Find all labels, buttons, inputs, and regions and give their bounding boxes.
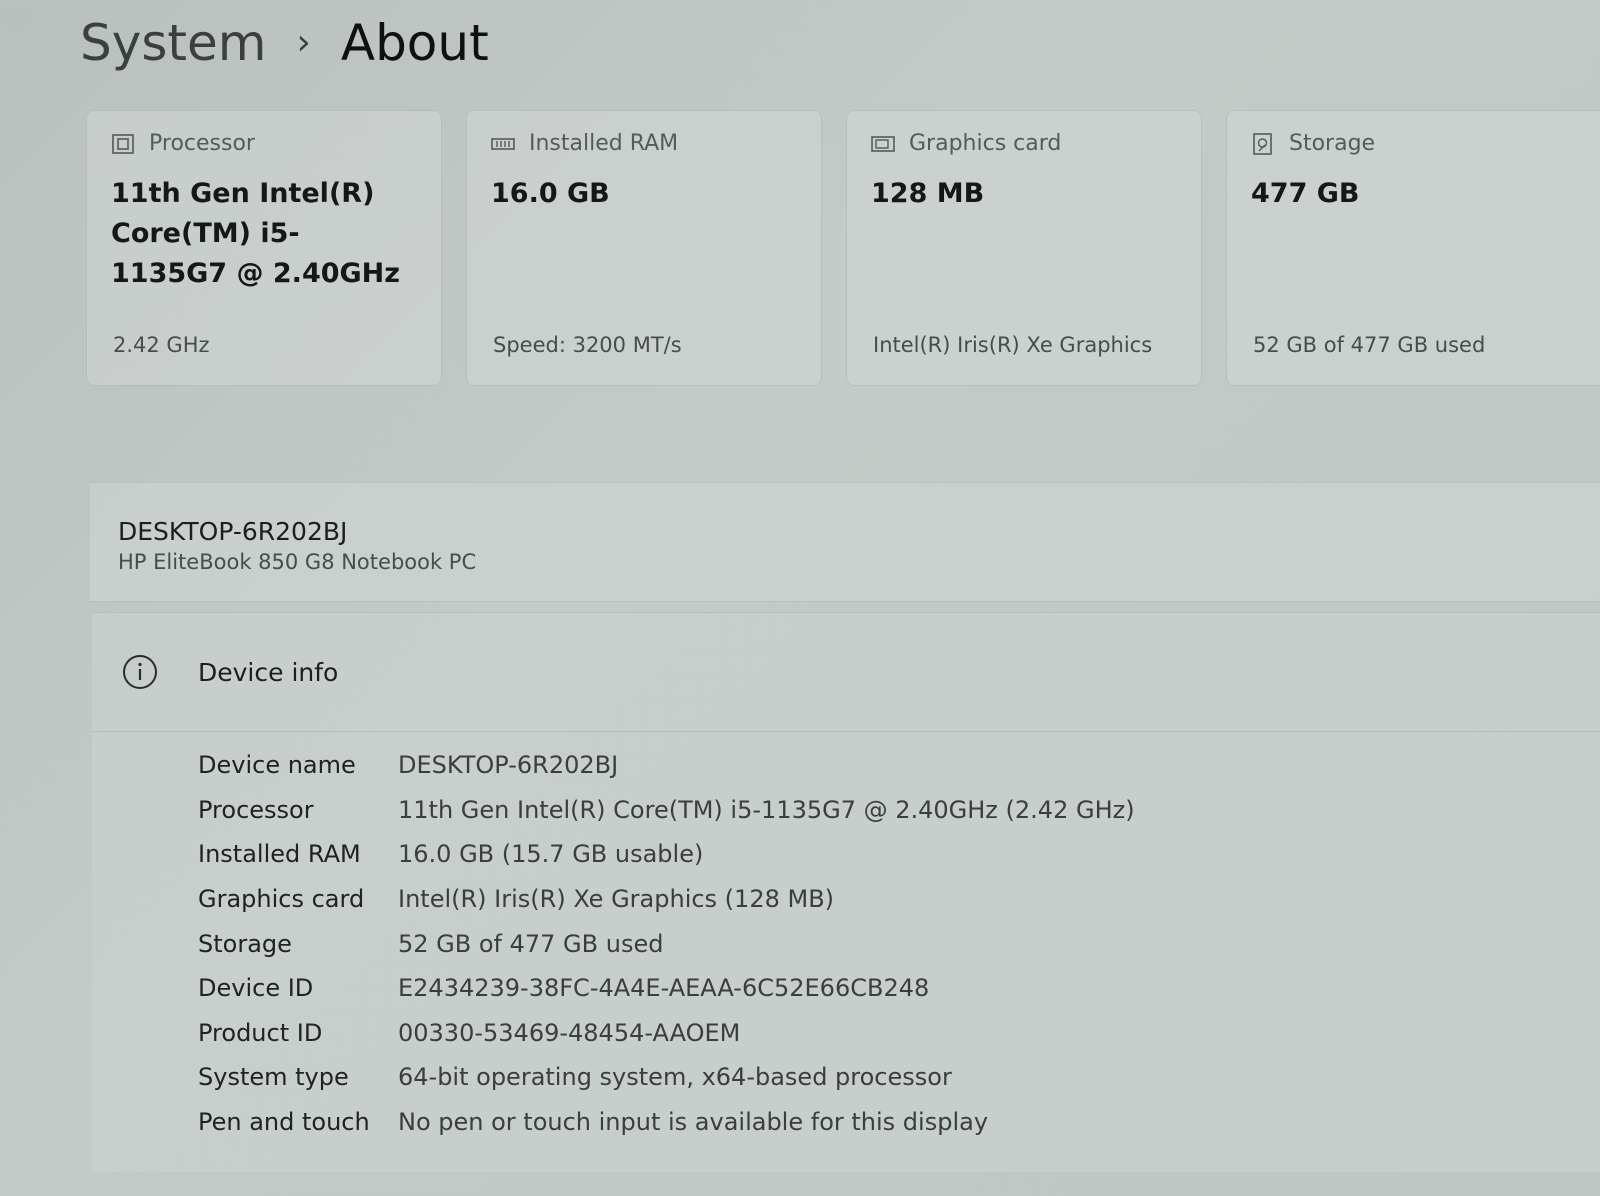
- spec-label: Device ID: [198, 974, 314, 1003]
- spec-value: 16.0 GB (15.7 GB usable): [398, 840, 704, 869]
- spec-label: Pen and touch: [198, 1108, 370, 1137]
- graphics-card: Graphics card 128 MB Intel(R) Iris(R) Xe…: [846, 110, 1202, 386]
- processor-icon: [112, 133, 134, 154]
- spec-label: Graphics card: [198, 885, 365, 914]
- spec-value: Intel(R) Iris(R) Xe Graphics (128 MB): [398, 885, 835, 914]
- spec-value: 52 GB of 477 GB used: [398, 929, 664, 958]
- graphics-card-label: Graphics card: [909, 131, 1062, 156]
- processor-card-sub: 2.42 GHz: [113, 333, 210, 357]
- spec-value: 64-bit operating system, x64-based proce…: [398, 1063, 952, 1092]
- spec-row-system-type: System type 64-bit operating system, x64…: [198, 1055, 1135, 1100]
- spec-row-device-id: Device ID E2434239-38FC-4A4E-AEAA-6C52E6…: [198, 966, 1135, 1011]
- breadcrumb-system-link[interactable]: System: [80, 12, 266, 74]
- graphics-card-sub: Intel(R) Iris(R) Xe Graphics: [873, 333, 1153, 357]
- device-info-title: Device info: [198, 657, 339, 687]
- ram-card-label: Installed RAM: [529, 131, 679, 156]
- spec-row-installed-ram: Installed RAM 16.0 GB (15.7 GB usable): [198, 832, 1135, 877]
- spec-label: Product ID: [198, 1018, 323, 1047]
- ram-card-sub: Speed: 3200 MT/s: [493, 333, 682, 357]
- spec-row-device-name: Device name DESKTOP-6R202BJ: [198, 743, 1135, 788]
- processor-card: Processor 11th Gen Intel(R) Core(TM) i5-…: [86, 110, 442, 386]
- spec-row-graphics-card: Graphics card Intel(R) Iris(R) Xe Graphi…: [198, 877, 1135, 922]
- device-model: HP EliteBook 850 G8 Notebook PC: [118, 550, 477, 574]
- spec-row-pen-and-touch: Pen and touch No pen or touch input is a…: [198, 1100, 1135, 1145]
- spec-row-storage: Storage 52 GB of 477 GB used: [198, 921, 1135, 966]
- ram-card-value: 16.0 GB: [491, 178, 610, 209]
- spec-row-product-id: Product ID 00330-53469-48454-AAOEM: [198, 1011, 1135, 1056]
- spec-table: Device name DESKTOP-6R202BJ Processor 11…: [198, 743, 1135, 1144]
- ram-card: Installed RAM 16.0 GB Speed: 3200 MT/s: [466, 110, 822, 386]
- breadcrumb: System › About: [80, 12, 489, 74]
- storage-card-sub: 52 GB of 477 GB used: [1253, 333, 1486, 357]
- device-name-card[interactable]: DESKTOP-6R202BJ HP EliteBook 850 G8 Note…: [90, 482, 1600, 602]
- storage-card-label: Storage: [1289, 131, 1376, 156]
- info-icon: [123, 655, 157, 689]
- spec-value: 00330-53469-48454-AAOEM: [398, 1018, 741, 1047]
- spec-value: No pen or touch input is available for t…: [398, 1108, 989, 1137]
- device-info-panel: Device info Device name DESKTOP-6R202BJ …: [92, 612, 1600, 1172]
- graphics-card-icon: [871, 135, 895, 152]
- spec-value: DESKTOP-6R202BJ: [398, 751, 619, 780]
- processor-card-label: Processor: [149, 131, 255, 156]
- page-title: About: [340, 14, 489, 72]
- spec-label: Device name: [198, 751, 356, 780]
- device-info-header[interactable]: Device info: [92, 613, 1600, 732]
- device-name: DESKTOP-6R202BJ: [118, 517, 348, 546]
- storage-card-value: 477 GB: [1251, 178, 1360, 209]
- spec-cards: Processor 11th Gen Intel(R) Core(TM) i5-…: [86, 110, 1600, 386]
- graphics-card-value: 128 MB: [871, 178, 985, 209]
- storage-card: Storage 477 GB 52 GB of 477 GB used: [1226, 110, 1600, 386]
- ram-icon: [491, 137, 515, 150]
- spec-label: Processor: [198, 795, 314, 824]
- processor-card-value: 11th Gen Intel(R) Core(TM) i5-1135G7 @ 2…: [111, 178, 400, 289]
- spec-value: E2434239-38FC-4A4E-AEAA-6C52E66CB248: [398, 974, 930, 1003]
- spec-label: Installed RAM: [198, 840, 361, 869]
- storage-icon: [1253, 132, 1272, 155]
- spec-row-processor: Processor 11th Gen Intel(R) Core(TM) i5-…: [198, 788, 1135, 833]
- spec-label: Storage: [198, 929, 292, 958]
- spec-value: 11th Gen Intel(R) Core(TM) i5-1135G7 @ 2…: [398, 795, 1135, 824]
- chevron-right-icon: ›: [296, 22, 311, 63]
- spec-label: System type: [198, 1063, 349, 1092]
